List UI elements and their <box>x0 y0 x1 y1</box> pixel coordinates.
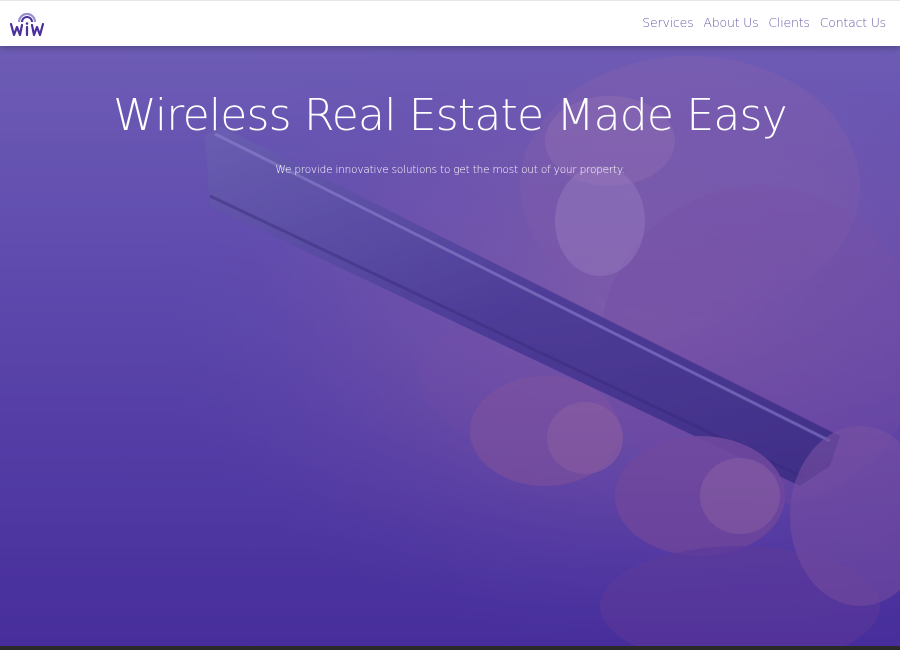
nav-link-contact-us[interactable]: Contact Us <box>820 15 886 30</box>
hero-subtitle: We provide innovative solutions to get t… <box>275 164 625 176</box>
main-nav: Services About Us Clients Contact Us <box>642 15 886 30</box>
nav-link-services[interactable]: Services <box>642 15 693 30</box>
hero-section: Wireless Real Estate Made Easy We provid… <box>0 46 900 646</box>
hero-title: Wireless Real Estate Made Easy <box>113 90 788 141</box>
bottom-border <box>0 646 900 650</box>
nav-link-clients[interactable]: Clients <box>768 15 810 30</box>
nav-link-about-us[interactable]: About Us <box>703 15 758 30</box>
top-navigation-bar: Services About Us Clients Contact Us <box>0 0 900 46</box>
page: Services About Us Clients Contact Us Wir… <box>0 0 900 650</box>
wiw-logo[interactable] <box>9 8 45 40</box>
